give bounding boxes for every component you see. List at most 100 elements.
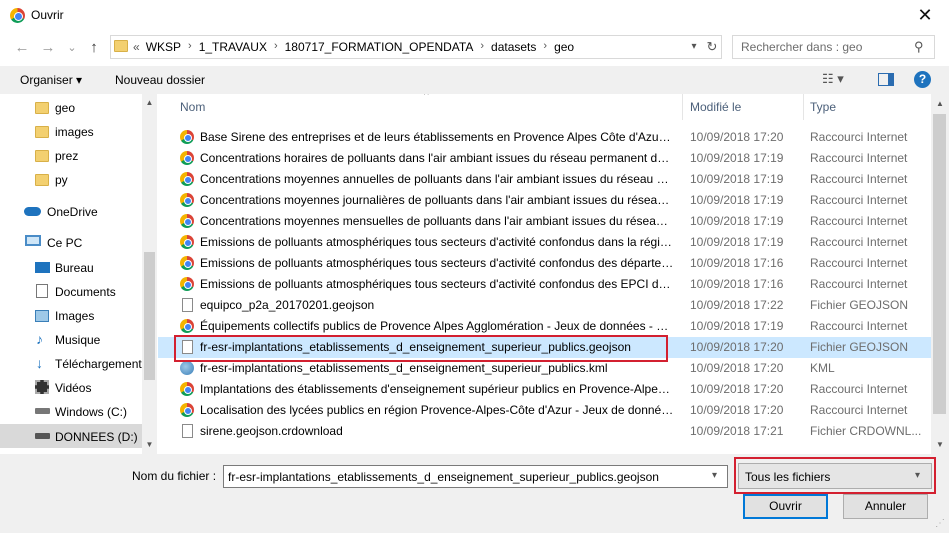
- scroll-down-arrow-icon[interactable]: ▼: [931, 437, 949, 453]
- file-name: fr-esr-implantations_etablissements_d_en…: [200, 340, 631, 354]
- file-row[interactable]: Concentrations moyennes annuelles de pol…: [158, 169, 931, 190]
- sidebar-item-videos[interactable]: Vidéos: [0, 377, 142, 399]
- column-header-name[interactable]: Nom: [180, 100, 205, 114]
- search-placeholder: Rechercher dans : geo: [741, 40, 863, 54]
- sidebar-item-label: DONNEES (D:): [55, 430, 138, 444]
- file-type: Fichier GEOJSON: [810, 298, 909, 312]
- new-folder-button[interactable]: Nouveau dossier: [115, 73, 205, 87]
- filename-value: fr-esr-implantations_etablissements_d_en…: [228, 470, 659, 484]
- sidebar-item-label: Windows (C:): [55, 405, 128, 419]
- sidebar-item-music[interactable]: ♪ Musique: [0, 329, 142, 351]
- help-icon[interactable]: ?: [914, 71, 931, 88]
- scroll-up-arrow-icon[interactable]: ▲: [931, 96, 949, 112]
- sidebar-item-label: Bureau: [55, 261, 94, 275]
- file-row[interactable]: Équipements collectifs publics de Proven…: [158, 316, 931, 337]
- back-button[interactable]: ←: [12, 38, 32, 58]
- file-name: Équipements collectifs publics de Proven…: [200, 319, 674, 333]
- file-row[interactable]: Localisation des lycées publics en régio…: [158, 400, 931, 421]
- file-type-filter[interactable]: Tous les fichiers ▾: [738, 463, 932, 489]
- file-date: 10/09/2018 17:19: [690, 319, 784, 333]
- file-row[interactable]: Concentrations horaires de polluants dan…: [158, 148, 931, 169]
- file-list-scrollbar-thumb[interactable]: [933, 114, 946, 414]
- sidebar-item-this-pc[interactable]: Ce PC: [0, 232, 142, 254]
- breadcrumb-item[interactable]: 180717_FORMATION_OPENDATA: [285, 40, 474, 54]
- scroll-down-arrow-icon[interactable]: ▼: [142, 438, 157, 452]
- sidebar-item-drive-d[interactable]: DONNEES (D:): [0, 424, 142, 448]
- recent-locations-button[interactable]: ⌄: [62, 38, 82, 58]
- breadcrumb-item[interactable]: geo: [554, 40, 574, 54]
- file-icon: [182, 424, 193, 438]
- search-icon[interactable]: ⚲: [914, 39, 930, 55]
- file-row[interactable]: fr-esr-implantations_etablissements_d_en…: [158, 358, 931, 379]
- sidebar-item-label: Vidéos: [55, 381, 92, 395]
- file-date: 10/09/2018 17:20: [690, 403, 784, 417]
- column-divider[interactable]: [803, 94, 804, 120]
- sidebar-item-geo[interactable]: geo: [0, 97, 142, 119]
- column-divider[interactable]: [682, 94, 683, 120]
- sidebar-item-pictures[interactable]: Images: [0, 305, 142, 327]
- chevron-right-icon[interactable]: ›: [536, 40, 554, 54]
- breadcrumb-item[interactable]: 1_TRAVAUX: [199, 40, 267, 54]
- sidebar-item-downloads[interactable]: ↓ Téléchargement: [0, 353, 142, 375]
- sidebar-item-onedrive[interactable]: OneDrive: [0, 201, 142, 223]
- view-options-icon[interactable]: ☷ ▾: [822, 71, 844, 87]
- breadcrumb-prefix[interactable]: «: [133, 40, 146, 54]
- file-row[interactable]: Emissions de polluants atmosphériques to…: [158, 232, 931, 253]
- open-button[interactable]: Ouvrir: [743, 494, 828, 519]
- chevron-down-icon[interactable]: ▾: [712, 470, 717, 481]
- file-row[interactable]: Base Sirene des entreprises et de leurs …: [158, 127, 931, 148]
- file-row[interactable]: Concentrations moyennes journalières de …: [158, 190, 931, 211]
- column-header-modified[interactable]: Modifié le: [690, 100, 741, 114]
- sidebar-item-documents[interactable]: Documents: [0, 281, 142, 303]
- file-row[interactable]: equipco_p2a_20170201.geojson 10/09/2018 …: [158, 295, 931, 316]
- forward-button[interactable]: →: [38, 38, 58, 58]
- file-row[interactable]: Implantations des établissements d'ensei…: [158, 379, 931, 400]
- chevron-right-icon[interactable]: ›: [181, 40, 199, 54]
- chevron-down-icon[interactable]: ▾: [915, 470, 920, 481]
- sidebar-scrollbar-thumb[interactable]: [144, 252, 155, 380]
- documents-icon: [36, 284, 48, 298]
- file-name: equipco_p2a_20170201.geojson: [200, 298, 375, 312]
- file-row[interactable]: sirene.geojson.crdownload 10/09/2018 17:…: [158, 421, 931, 442]
- refresh-icon[interactable]: ↻: [704, 39, 720, 55]
- scroll-up-arrow-icon[interactable]: ▲: [142, 96, 157, 110]
- address-bar[interactable]: « WKSP › 1_TRAVAUX › 180717_FORMATION_OP…: [110, 35, 722, 59]
- file-row[interactable]: Emissions de polluants atmosphériques to…: [158, 253, 931, 274]
- close-button[interactable]: ✕: [908, 2, 942, 28]
- file-row[interactable]: Emissions de polluants atmosphériques to…: [158, 274, 931, 295]
- chevron-right-icon[interactable]: ›: [267, 40, 285, 54]
- file-name: Concentrations moyennes annuelles de pol…: [200, 172, 674, 186]
- up-button[interactable]: ↑: [84, 38, 104, 58]
- chevron-down-icon[interactable]: ▾: [687, 39, 701, 55]
- sidebar-item-images-folder[interactable]: images: [0, 121, 142, 143]
- breadcrumb: « WKSP › 1_TRAVAUX › 180717_FORMATION_OP…: [133, 40, 574, 54]
- resize-grip-icon[interactable]: ⋰: [935, 518, 945, 529]
- download-icon: ↓: [36, 355, 43, 371]
- internet-shortcut-icon: [180, 256, 194, 270]
- sidebar-item-desktop[interactable]: Bureau: [0, 257, 142, 279]
- folder-icon: [35, 102, 49, 114]
- sidebar-item-prez[interactable]: prez: [0, 145, 142, 167]
- sidebar-item-drive-c[interactable]: Windows (C:): [0, 401, 142, 423]
- file-date: 10/09/2018 17:16: [690, 256, 784, 270]
- file-type: Raccourci Internet: [810, 130, 908, 144]
- filename-input[interactable]: fr-esr-implantations_etablissements_d_en…: [223, 465, 728, 488]
- column-header-type[interactable]: Type: [810, 100, 836, 114]
- breadcrumb-item[interactable]: datasets: [491, 40, 536, 54]
- chevron-right-icon[interactable]: ›: [473, 40, 491, 54]
- file-row[interactable]: Concentrations moyennes mensuelles de po…: [158, 211, 931, 232]
- search-field[interactable]: Rechercher dans : geo ⚲: [732, 35, 935, 59]
- file-row-selected[interactable]: fr-esr-implantations_etablissements_d_en…: [158, 337, 931, 358]
- sidebar-item-py[interactable]: py: [0, 169, 142, 191]
- preview-pane-icon[interactable]: [878, 73, 894, 86]
- organize-button[interactable]: Organiser ▾: [20, 73, 82, 87]
- sidebar-item-label: prez: [55, 149, 79, 163]
- file-type: Raccourci Internet: [810, 235, 908, 249]
- file-date: 10/09/2018 17:20: [690, 382, 784, 396]
- file-name: sirene.geojson.crdownload: [200, 424, 343, 438]
- internet-shortcut-icon: [180, 130, 194, 144]
- file-date: 10/09/2018 17:20: [690, 340, 784, 354]
- cancel-button[interactable]: Annuler: [843, 494, 928, 519]
- breadcrumb-item[interactable]: WKSP: [146, 40, 181, 54]
- internet-shortcut-icon: [180, 382, 194, 396]
